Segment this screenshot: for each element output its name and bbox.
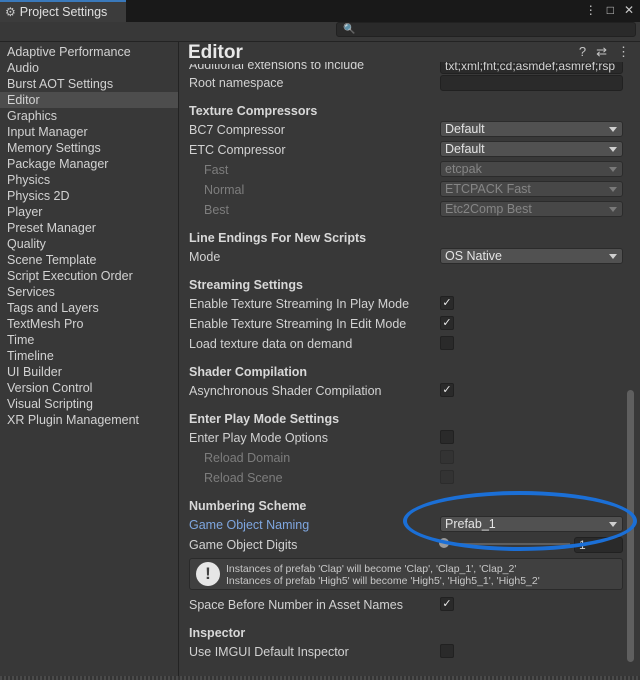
- best-dropdown: Etc2Comp Best: [440, 201, 623, 217]
- sidebar-item-preset-manager[interactable]: Preset Manager: [0, 220, 178, 236]
- digits-field[interactable]: 1: [574, 537, 623, 553]
- sidebar-item-audio[interactable]: Audio: [0, 60, 178, 76]
- search-icon: 🔍: [343, 24, 356, 35]
- space-before-number-checkbox[interactable]: ✓: [440, 597, 454, 611]
- sidebar-item-script-execution-order[interactable]: Script Execution Order: [0, 268, 178, 284]
- sidebar-item-graphics[interactable]: Graphics: [0, 108, 178, 124]
- etc-compressor-label: ETC Compressor: [189, 143, 286, 157]
- play-mode-options-label: Enter Play Mode Options: [189, 431, 328, 445]
- load-on-demand-checkbox[interactable]: [440, 336, 454, 350]
- more-options-icon[interactable]: ⋮: [585, 3, 597, 17]
- window-titlebar: ⚙ Project Settings ⋮ □ ✕: [0, 0, 640, 22]
- more-icon[interactable]: ⋮: [617, 44, 630, 60]
- header-background: [179, 42, 640, 62]
- sidebar-item-timeline[interactable]: Timeline: [0, 348, 178, 364]
- sidebar-item-time[interactable]: Time: [0, 332, 178, 348]
- reload-scene-checkbox: [440, 470, 454, 484]
- sidebar-item-editor[interactable]: Editor: [0, 92, 178, 108]
- sidebar-item-quality[interactable]: Quality: [0, 236, 178, 252]
- section-shader-compilation: Shader Compilation: [189, 365, 308, 379]
- sliders-icon[interactable]: ⇄: [596, 44, 607, 60]
- streaming-edit-mode-checkbox[interactable]: ✓: [440, 316, 454, 330]
- page-title: Editor: [188, 42, 247, 64]
- sidebar-item-xr-plugin-management[interactable]: XR Plugin Management: [0, 412, 178, 428]
- game-object-digits-label: Game Object Digits: [189, 538, 298, 552]
- help-line-2: Instances of prefab 'High5' will become …: [226, 575, 540, 587]
- digits-slider-handle[interactable]: [439, 538, 449, 548]
- section-texture-compressors: Texture Compressors: [189, 104, 318, 118]
- line-endings-mode-label: Mode: [189, 250, 221, 264]
- section-numbering-scheme: Numbering Scheme: [189, 499, 307, 513]
- game-object-naming-label: Game Object Naming: [189, 518, 310, 532]
- fast-label: Fast: [204, 163, 229, 177]
- digits-slider-track[interactable]: [444, 543, 570, 545]
- sidebar-item-input-manager[interactable]: Input Manager: [0, 124, 178, 140]
- sidebar-item-services[interactable]: Services: [0, 284, 178, 300]
- fast-dropdown: etcpak: [440, 161, 623, 177]
- play-mode-options-checkbox[interactable]: [440, 430, 454, 444]
- async-shader-checkbox[interactable]: ✓: [440, 383, 454, 397]
- section-streaming: Streaming Settings: [189, 278, 303, 292]
- sidebar-item-adaptive-performance[interactable]: Adaptive Performance: [0, 44, 178, 60]
- sidebar-item-visual-scripting[interactable]: Visual Scripting: [0, 396, 178, 412]
- load-on-demand-label: Load texture data on demand: [189, 337, 353, 351]
- section-line-endings: Line Endings For New Scripts: [189, 231, 367, 245]
- line-endings-mode-dropdown[interactable]: OS Native: [440, 248, 623, 264]
- game-object-naming-dropdown[interactable]: Prefab_1: [440, 516, 623, 532]
- maximize-icon[interactable]: □: [607, 3, 614, 17]
- sidebar-item-ui-builder[interactable]: UI Builder: [0, 364, 178, 380]
- root-namespace-field[interactable]: [440, 75, 623, 91]
- info-icon: !: [196, 562, 220, 586]
- sidebar-item-textmesh-pro[interactable]: TextMesh Pro: [0, 316, 178, 332]
- sidebar-item-physics-2d[interactable]: Physics 2D: [0, 188, 178, 204]
- tab-project-settings[interactable]: ⚙ Project Settings: [0, 0, 126, 22]
- sidebar-item-package-manager[interactable]: Package Manager: [0, 156, 178, 172]
- streaming-edit-mode-label: Enable Texture Streaming In Edit Mode: [189, 317, 407, 331]
- etc-compressor-dropdown[interactable]: Default: [440, 141, 623, 157]
- splitter[interactable]: [178, 42, 179, 680]
- bc7-compressor-dropdown[interactable]: Default: [440, 121, 623, 137]
- search-input[interactable]: 🔍: [336, 22, 636, 37]
- close-icon[interactable]: ✕: [624, 3, 634, 17]
- async-shader-label: Asynchronous Shader Compilation: [189, 384, 382, 398]
- numbering-help-box: ! Instances of prefab 'Clap' will become…: [189, 558, 623, 590]
- bc7-compressor-label: BC7 Compressor: [189, 123, 285, 137]
- window-controls: ⋮ □ ✕: [585, 3, 634, 17]
- help-icon[interactable]: ?: [579, 44, 586, 60]
- best-label: Best: [204, 203, 230, 217]
- section-play-mode: Enter Play Mode Settings: [189, 412, 340, 426]
- reload-scene-label: Reload Scene: [204, 471, 283, 485]
- settings-sidebar: Adaptive Performance Audio Burst AOT Setti…: [0, 42, 178, 680]
- space-before-number-label: Space Before Number in Asset Names: [189, 598, 403, 612]
- streaming-play-mode-checkbox[interactable]: ✓: [440, 296, 454, 310]
- help-line-1: Instances of prefab 'Clap' will become '…: [226, 563, 517, 575]
- sidebar-item-memory-settings[interactable]: Memory Settings: [0, 140, 178, 156]
- imgui-inspector-checkbox[interactable]: [440, 644, 454, 658]
- gear-icon: ⚙: [5, 5, 16, 19]
- sidebar-item-tags-and-layers[interactable]: Tags and Layers: [0, 300, 178, 316]
- root-namespace-label: Root namespace: [189, 76, 284, 90]
- sidebar-item-burst-aot-settings[interactable]: Burst AOT Settings: [0, 76, 178, 92]
- bottom-border: [0, 676, 640, 680]
- main-scrollbar[interactable]: [627, 390, 634, 662]
- sidebar-item-version-control[interactable]: Version Control: [0, 380, 178, 396]
- normal-dropdown: ETCPACK Fast: [440, 181, 623, 197]
- imgui-inspector-label: Use IMGUI Default Inspector: [189, 645, 349, 659]
- normal-label: Normal: [204, 183, 245, 197]
- reload-domain-label: Reload Domain: [204, 451, 291, 465]
- sidebar-item-physics[interactable]: Physics: [0, 172, 178, 188]
- section-inspector: Inspector: [189, 626, 246, 640]
- streaming-play-mode-label: Enable Texture Streaming In Play Mode: [189, 297, 410, 311]
- tab-title: Project Settings: [19, 5, 108, 19]
- reload-domain-checkbox: [440, 450, 454, 464]
- sidebar-item-scene-template[interactable]: Scene Template: [0, 252, 178, 268]
- sidebar-item-player[interactable]: Player: [0, 204, 178, 220]
- header-icons: ? ⇄ ⋮: [579, 44, 630, 60]
